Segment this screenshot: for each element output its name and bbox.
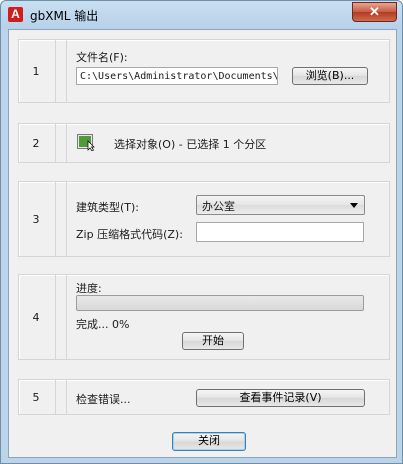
section-5-errors: 5 检查错误... 查看事件记录(V) <box>18 379 390 415</box>
section-number: 3 <box>32 212 40 226</box>
zip-code-label: Zip 压缩格式代码(Z): <box>76 228 183 241</box>
select-objects-status: 选择对象(O) - 已选择 1 个分区 <box>114 138 267 151</box>
section-1-file: 1 文件名(F): C:\Users\Administrator\Documen… <box>18 39 390 103</box>
view-event-log-button[interactable]: 查看事件记录(V) <box>196 389 365 407</box>
chevron-down-icon <box>350 203 358 208</box>
progress-bar <box>76 295 364 311</box>
section-3-building: 3 建筑类型(T): 办公室 Zip 压缩格式代码(Z): <box>18 181 390 257</box>
section-number: 5 <box>32 390 40 404</box>
browse-button[interactable]: 浏览(B)... <box>292 67 368 85</box>
section-number: 4 <box>32 310 40 324</box>
file-path-field[interactable]: C:\Users\Administrator\Documents\ <box>76 67 278 85</box>
file-name-label: 文件名(F): <box>76 51 128 64</box>
select-objects-icon[interactable] <box>77 134 96 151</box>
section-divider <box>55 182 67 256</box>
close-button[interactable]: 关闭 <box>172 432 246 451</box>
section-2-select: 2 选择对象(O) - 已选择 1 个分区 <box>18 123 390 163</box>
zip-code-input[interactable] <box>196 222 364 242</box>
section-number: 2 <box>32 136 40 150</box>
section-divider <box>55 380 67 414</box>
dialog-client-area: 1 文件名(F): C:\Users\Administrator\Documen… <box>8 29 397 458</box>
progress-label: 进度: <box>76 282 102 295</box>
section-number: 1 <box>32 64 40 78</box>
building-type-label: 建筑类型(T): <box>76 201 140 214</box>
gbxml-export-window: A gbXML 输出 ✕ 1 文件名(F): C:\Users\Administ… <box>0 0 403 464</box>
section-divider <box>55 275 67 359</box>
window-title: gbXML 输出 <box>30 9 99 23</box>
window-close-button[interactable]: ✕ <box>352 2 397 22</box>
section-divider <box>55 40 67 102</box>
autocad-app-icon: A <box>8 7 23 22</box>
building-type-value: 办公室 <box>202 200 235 213</box>
title-bar[interactable]: A gbXML 输出 ✕ <box>1 1 402 28</box>
building-type-select[interactable]: 办公室 <box>196 195 365 215</box>
progress-status-text: 完成... 0% <box>76 318 130 331</box>
section-divider <box>55 124 67 162</box>
section-4-progress: 4 进度: 完成... 0% 开始 <box>18 274 390 360</box>
start-button[interactable]: 开始 <box>182 332 244 350</box>
check-errors-label: 检查错误... <box>76 393 131 406</box>
